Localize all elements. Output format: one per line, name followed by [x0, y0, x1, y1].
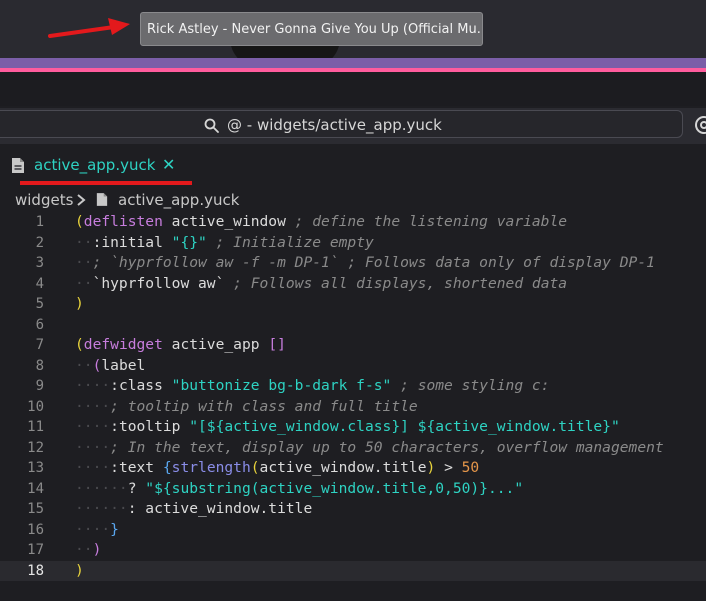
file-icon	[96, 193, 108, 206]
code-line: 17 ··)	[0, 540, 706, 561]
video-progress-track	[0, 58, 706, 68]
code-line: 16 ····}	[0, 520, 706, 541]
code-line: 12 ····; In the text, display up to 50 c…	[0, 438, 706, 459]
chevron-right-icon	[77, 194, 86, 206]
code-line-current: 18 )	[0, 560, 706, 581]
code-text: )	[75, 561, 84, 579]
code-line: 9 ····:class "buttonize bg-b-dark f-s" ;…	[0, 376, 706, 397]
code-text: ····:tooltip "[${active_window.class}] $…	[75, 418, 620, 435]
code-text: ··`hyprfollow aw` ; Follows all displays…	[75, 274, 568, 292]
code-line: 1 (deflisten active_window ; define the …	[0, 212, 706, 233]
line-number: 16	[27, 521, 44, 538]
line-number: 5	[35, 296, 44, 312]
code-line: 2 ··:initial "{}" ; Initialize empty	[0, 233, 706, 254]
code-text: ····:text {strlength(active_window.title…	[75, 459, 480, 476]
settings-icon[interactable]	[693, 114, 706, 136]
annotation-arrow-icon	[48, 18, 130, 38]
line-number: 2	[35, 234, 44, 251]
command-search-label[interactable]: @ - widgets/active_app.yuck	[204, 113, 442, 137]
line-number: 7	[35, 337, 44, 353]
code-line: 11 ····:tooltip "[${active_window.class}…	[0, 417, 706, 438]
breadcrumb-file[interactable]: active_app.yuck	[118, 190, 239, 210]
code-text: ··:initial "{}" ; Initialize empty	[75, 233, 374, 251]
code-line: 10 ····; tooltip with class and full tit…	[0, 397, 706, 418]
code-text: ····:class "buttonize bg-b-dark f-s" ; s…	[75, 377, 550, 394]
code-text: ··(label	[75, 356, 146, 374]
code-text: (defwidget active_app []	[75, 336, 286, 353]
code-editor[interactable]: 1 (deflisten active_window ; define the …	[0, 212, 706, 601]
code-text: ··; `hyprfollow aw -f -m DP-1` ; Follows…	[75, 254, 655, 271]
line-number: 14	[27, 480, 44, 497]
code-line: 5 )	[0, 294, 706, 315]
code-text: ····}	[75, 520, 119, 538]
code-line: 4 ··`hyprfollow aw` ; Follows all displa…	[0, 274, 706, 295]
line-number: 4	[35, 275, 44, 292]
line-number: 8	[35, 357, 44, 374]
tab-active-app[interactable]: active_app.yuck ✕	[0, 146, 196, 184]
code-line: 8 ··(label	[0, 356, 706, 377]
code-line: 3 ··; `hyprfollow aw -f -m DP-1` ; Follo…	[0, 253, 706, 274]
code-text: (deflisten active_window ; define the li…	[75, 213, 568, 230]
code-line: 7 (defwidget active_app []	[0, 335, 706, 356]
code-text: ····; In the text, display up to 50 char…	[75, 438, 664, 456]
code-text: ······: active_window.title	[75, 500, 313, 517]
code-line: 14 ······? "${substring(active_window.ti…	[0, 479, 706, 500]
line-number: 1	[35, 214, 44, 230]
line-number: 10	[27, 398, 44, 415]
code-line: 13 ····:text {strlength(active_window.ti…	[0, 458, 706, 479]
code-text: ··)	[75, 541, 102, 558]
breadcrumb-folder[interactable]: widgets	[15, 190, 73, 210]
code-text: )	[75, 295, 84, 312]
line-number: 18	[27, 562, 44, 579]
line-number: 13	[27, 460, 44, 476]
line-number: 11	[27, 419, 44, 435]
search-icon	[204, 118, 219, 133]
code-line: 15 ······: active_window.title	[0, 499, 706, 520]
code-line: 6	[0, 315, 706, 336]
code-text: ····; tooltip with class and full title	[75, 397, 418, 415]
line-number: 3	[35, 255, 44, 271]
annotation-underline	[20, 181, 192, 185]
line-number: 15	[27, 501, 44, 517]
video-title-tooltip: Rick Astley - Never Gonna Give You Up (O…	[140, 12, 483, 46]
close-icon[interactable]: ✕	[162, 154, 175, 176]
line-number: 12	[27, 439, 44, 456]
window-gap	[0, 72, 706, 106]
line-number: 9	[35, 378, 44, 394]
code-text: ······? "${substring(active_window.title…	[75, 479, 524, 497]
tab-label: active_app.yuck	[34, 156, 156, 174]
file-icon	[12, 158, 24, 173]
breadcrumb: widgets active_app.yuck	[0, 188, 706, 212]
search-path-text: @ - widgets/active_app.yuck	[227, 116, 442, 134]
line-number: 17	[27, 542, 44, 558]
line-number: 6	[35, 316, 44, 333]
